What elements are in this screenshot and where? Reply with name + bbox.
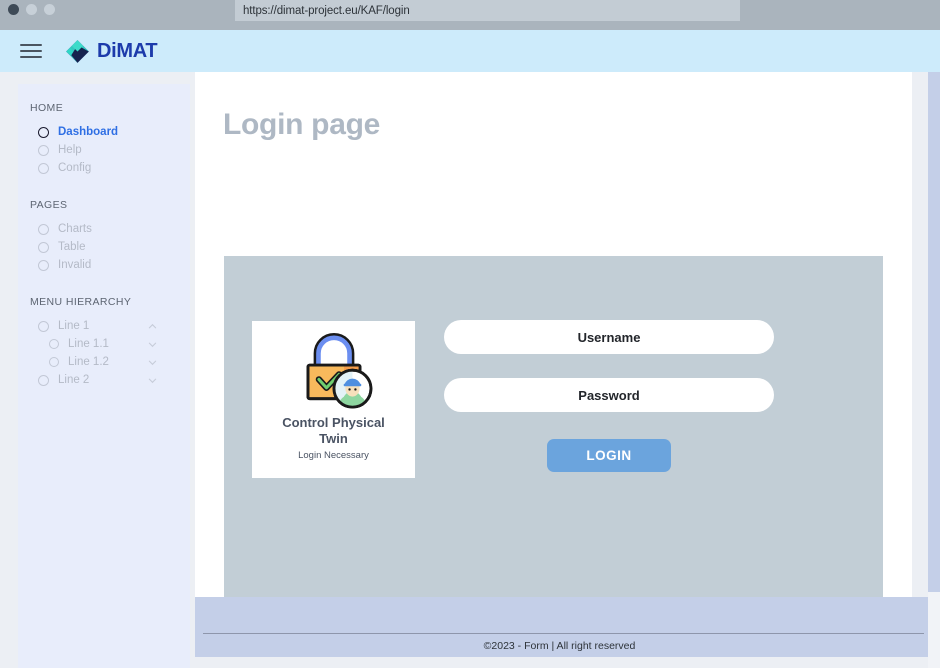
sidebar-group-menu-hierarchy: MENU HIERARCHY Line 1 Line 1.1 Line 1.2	[18, 296, 190, 389]
app-header: DiMAT	[0, 30, 940, 72]
address-bar[interactable]: https://dimat-project.eu/KAF/login	[235, 0, 740, 21]
sidebar-group-pages: PAGES Charts Table Invalid	[18, 199, 190, 274]
diamond-logo-icon	[66, 39, 89, 63]
sidebar-section-title: PAGES	[30, 199, 68, 211]
radio-icon	[38, 126, 49, 138]
tile-title: Control Physical Twin	[282, 415, 385, 446]
sidebar-item-line-1[interactable]: Line 1	[18, 317, 190, 335]
radio-icon	[38, 144, 49, 156]
radio-icon	[38, 223, 49, 235]
sidebar-item-dashboard[interactable]: Dashboard	[18, 123, 190, 141]
sidebar-item-line-2[interactable]: Line 2	[18, 371, 190, 389]
url-text: https://dimat-project.eu/KAF/login	[243, 4, 410, 17]
tile-subtitle: Login Necessary	[298, 449, 369, 461]
radio-icon	[38, 162, 49, 174]
radio-icon	[38, 241, 49, 253]
sidebar-section-title: HOME	[30, 102, 64, 114]
chevron-down-icon[interactable]	[148, 358, 157, 367]
hamburger-menu-icon[interactable]	[20, 44, 42, 58]
chevron-up-icon[interactable]	[148, 322, 157, 331]
sidebar-item-label: Line 1.2	[68, 356, 109, 368]
padlock-with-user-icon	[306, 333, 372, 409]
radio-icon	[49, 357, 59, 367]
sidebar-item-label: Config	[58, 162, 92, 174]
sidebar-item-line-1-1[interactable]: Line 1.1	[18, 335, 190, 353]
minimize-window-button[interactable]	[26, 4, 37, 15]
browser-chrome: https://dimat-project.eu/KAF/login	[0, 0, 940, 30]
login-panel: Control Physical Twin Login Necessary LO…	[224, 256, 883, 614]
sidebar-item-label: Invalid	[58, 259, 92, 271]
hamburger-line	[20, 50, 42, 52]
page-footer: ©2023 - Form | All right reserved	[195, 597, 940, 657]
sidebar-item-label: Dashboard	[58, 126, 119, 138]
sidebar-item-config[interactable]: Config	[18, 159, 190, 177]
login-form: LOGIN	[444, 320, 774, 472]
password-input[interactable]	[444, 378, 774, 412]
footer-divider	[203, 633, 924, 634]
sidebar-item-label: Line 1	[58, 320, 90, 332]
login-button[interactable]: LOGIN	[547, 439, 671, 472]
brand[interactable]: DiMAT	[65, 39, 158, 64]
sidebar-item-help[interactable]: Help	[18, 141, 190, 159]
page-body: HOME Dashboard Help Config PAGES Charts	[0, 72, 940, 668]
window-traffic-lights	[8, 4, 55, 15]
sidebar-item-label: Table	[58, 241, 86, 253]
sidebar-item-label: Charts	[58, 223, 92, 235]
sidebar-item-invalid[interactable]: Invalid	[18, 256, 190, 274]
maximize-window-button[interactable]	[44, 4, 55, 15]
radio-icon	[38, 374, 49, 386]
chevron-down-icon[interactable]	[148, 376, 157, 385]
page-scrollbar-track[interactable]	[928, 72, 940, 668]
brand-name: DiMAT	[97, 39, 158, 62]
sidebar-item-label: Line 2	[58, 374, 90, 386]
control-physical-twin-tile[interactable]: Control Physical Twin Login Necessary	[252, 321, 415, 478]
sidebar-item-charts[interactable]: Charts	[18, 220, 190, 238]
hamburger-line	[20, 56, 42, 58]
sidebar-item-line-1-2[interactable]: Line 1.2	[18, 353, 190, 371]
main-content: Login page Control Physical Twin Login N…	[195, 72, 912, 614]
footer-copyright: ©2023 - Form | All right reserved	[483, 640, 636, 652]
sidebar-item-table[interactable]: Table	[18, 238, 190, 256]
sidebar-item-label: Help	[58, 144, 82, 156]
username-input[interactable]	[444, 320, 774, 354]
sidebar: HOME Dashboard Help Config PAGES Charts	[18, 84, 190, 668]
sidebar-item-label: Line 1.1	[68, 338, 109, 350]
radio-icon	[49, 339, 59, 349]
chevron-down-icon[interactable]	[148, 340, 157, 349]
radio-icon	[38, 320, 49, 332]
page-title: Login page	[223, 108, 380, 141]
sidebar-group-home: HOME Dashboard Help Config	[18, 102, 190, 177]
close-window-button[interactable]	[8, 4, 19, 15]
sidebar-section-title: MENU HIERARCHY	[30, 296, 132, 308]
hamburger-line	[20, 44, 42, 46]
page-scrollbar-thumb[interactable]	[928, 72, 940, 592]
radio-icon	[38, 259, 49, 271]
